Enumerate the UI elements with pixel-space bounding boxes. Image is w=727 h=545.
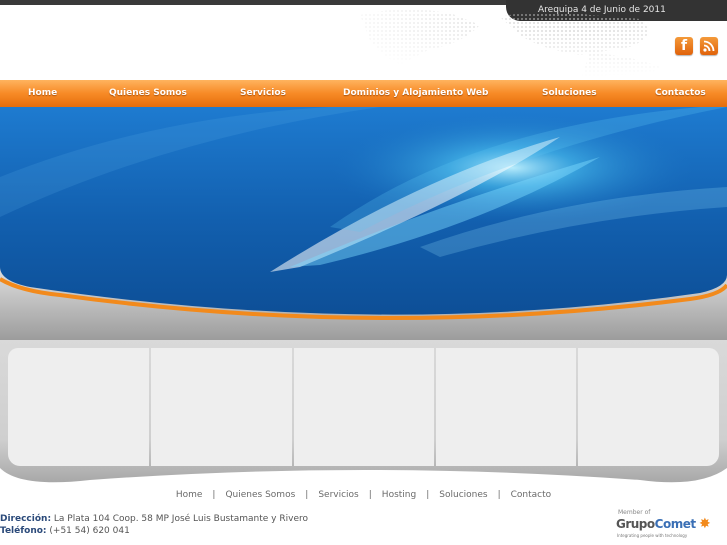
nav-servicios[interactable]: Servicios [240, 88, 286, 98]
phone-label: Teléfono: [0, 526, 47, 536]
footer-separator: | [426, 490, 430, 500]
facebook-icon[interactable]: f [675, 37, 693, 55]
rss-glyph [703, 40, 715, 52]
nav-dominios-alojamiento[interactable]: Dominios y Alojamiento Web [343, 88, 488, 98]
content-box-3 [294, 348, 434, 466]
facebook-glyph: f [680, 38, 688, 54]
partner-logo-text: GrupoComet [616, 517, 696, 531]
nav-quienes-somos[interactable]: Quienes Somos [109, 88, 187, 98]
footer-separator: | [497, 490, 501, 500]
content-box-2 [151, 348, 292, 466]
footer-link-soluciones[interactable]: Soluciones [439, 490, 487, 500]
footer-link-servicios[interactable]: Servicios [318, 490, 358, 500]
partner-tagline: Integrating people with technology [617, 533, 688, 538]
star-icon: ✸ [699, 516, 711, 532]
grupo-comet-logo[interactable]: Member of GrupoComet ✸ Integrating peopl… [615, 509, 715, 541]
address-value: La Plata 104 Coop. 58 MP José Luis Busta… [53, 514, 308, 524]
footer-link-home[interactable]: Home [176, 490, 203, 500]
content-box-1 [8, 348, 149, 466]
footer-link-quienes-somos[interactable]: Quienes Somos [225, 490, 295, 500]
footer-nav: Home | Quienes Somos | Servicios | Hosting | Sol… [0, 490, 727, 504]
main-nav: Home Quienes Somos Servicios Dominios y … [0, 80, 727, 107]
hero-banner [0, 107, 727, 340]
footer-separator: | [212, 490, 216, 500]
phone-value: (+51 54) 620 041 [49, 526, 130, 536]
partner-logo-text-a: Grupo [616, 517, 655, 531]
address-label: Dirección: [0, 514, 52, 524]
address-line: Dirección: La Plata 104 Coop. 58 MP José… [0, 514, 308, 524]
content-box-4 [436, 348, 576, 466]
footer-link-hosting[interactable]: Hosting [382, 490, 416, 500]
footer-separator: | [305, 490, 309, 500]
footer-link-contacto[interactable]: Contacto [511, 490, 552, 500]
nav-contactos[interactable]: Contactos [655, 88, 706, 98]
nav-home[interactable]: Home [28, 88, 57, 98]
nav-soluciones[interactable]: Soluciones [542, 88, 597, 98]
footer-separator: | [368, 490, 372, 500]
rss-icon[interactable] [700, 37, 718, 55]
partner-logo-text-b: Comet [654, 517, 696, 531]
member-of-text: Member of [618, 509, 651, 516]
phone-line: Teléfono: (+51 54) 620 041 [0, 526, 130, 536]
content-box-5 [578, 348, 719, 466]
world-map-decoration [360, 9, 660, 80]
